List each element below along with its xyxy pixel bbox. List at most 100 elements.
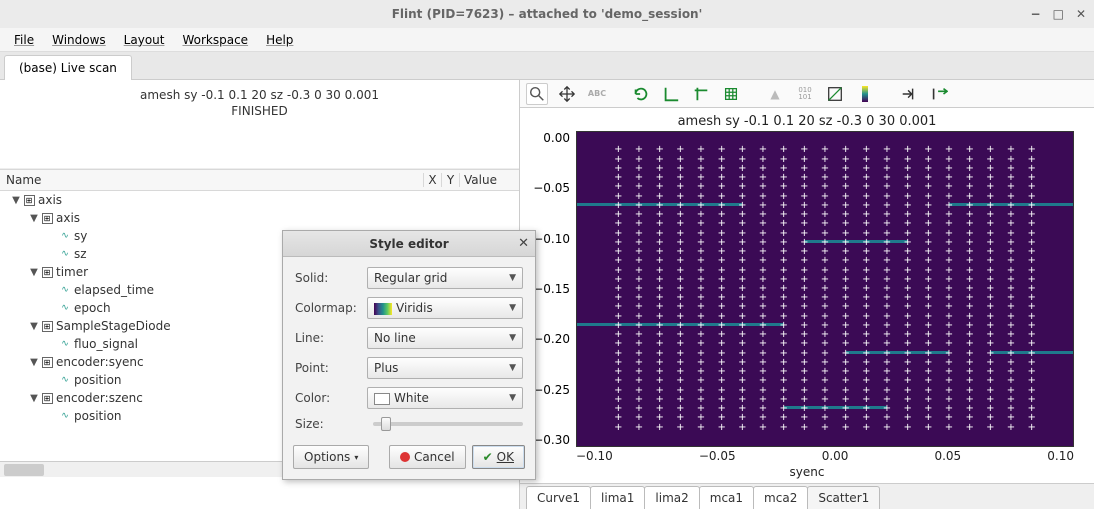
maximize-icon[interactable]: □ [1053, 7, 1064, 21]
point-color-label: Color: [295, 391, 367, 405]
ok-icon: ✔ [483, 450, 493, 464]
expand-toggle-icon[interactable]: ▼ [28, 213, 40, 224]
tree-item-label: epoch [74, 301, 111, 315]
bottom-tab-mca2[interactable]: mca2 [753, 486, 808, 509]
x-axis-ticks: −0.10−0.050.000.050.10 [520, 447, 1094, 463]
solid-combo[interactable]: Regular grid▼ [367, 267, 523, 289]
signal-icon: ∿ [58, 229, 72, 243]
tree-item-label: sz [74, 247, 87, 261]
window-title: Flint (PID=7623) – attached to 'demo_ses… [392, 7, 703, 21]
x-axis-label: syenc [520, 463, 1094, 483]
signal-icon: ∿ [58, 301, 72, 315]
plot-toolbar: ABC ▲ 010101 [520, 80, 1094, 108]
tab-live-scan[interactable]: (base) Live scan [4, 55, 132, 80]
tree-item-label: axis [38, 193, 62, 207]
bottom-tabbar: Curve1lima1lima2mca1mca2Scatter1 [520, 483, 1094, 509]
refresh-icon[interactable] [630, 83, 652, 105]
right-pane: ABC ▲ 010101 amesh sy -0.1 0.1 20 sz -0.… [520, 80, 1094, 509]
bits-icon[interactable]: 010101 [794, 83, 816, 105]
ok-button[interactable]: ✔OK [472, 445, 525, 469]
colormap-combo[interactable]: Viridis▼ [367, 297, 523, 319]
grid-icon[interactable] [720, 83, 742, 105]
close-icon[interactable]: ✕ [1076, 7, 1086, 21]
viridis-icon [374, 303, 392, 315]
solid-label: Solid: [295, 271, 367, 285]
axis-group-icon: ⊞ [22, 193, 36, 207]
pan-icon[interactable] [556, 83, 578, 105]
size-slider[interactable] [373, 422, 523, 426]
y-tick-label: −0.25 [533, 383, 570, 397]
line-combo[interactable]: No line▼ [367, 327, 523, 349]
x-tick-label: 0.00 [822, 449, 849, 463]
bottom-tab-lima2[interactable]: lima2 [644, 486, 699, 509]
cancel-icon [400, 452, 410, 462]
tree-row[interactable]: ▼⊞axis [0, 191, 519, 209]
tree-item-label: timer [56, 265, 88, 279]
menu-help[interactable]: Help [258, 31, 301, 49]
x-tick-label: −0.05 [699, 449, 736, 463]
colorbar-icon[interactable] [854, 83, 876, 105]
export-icon[interactable] [898, 83, 920, 105]
save-icon[interactable] [928, 83, 950, 105]
roi-icon[interactable]: ABC [586, 83, 608, 105]
tree-item-label: position [74, 373, 122, 387]
colormap-label: Colormap: [295, 301, 367, 315]
crosshair-icon[interactable] [690, 83, 712, 105]
tree-header-value[interactable]: Value [459, 173, 519, 187]
axes-icon[interactable] [660, 83, 682, 105]
tree-item-label: SampleStageDiode [56, 319, 171, 333]
histogram-icon[interactable]: ▲ [764, 83, 786, 105]
zoom-icon[interactable] [526, 83, 548, 105]
bottom-tab-mca1[interactable]: mca1 [699, 486, 754, 509]
menu-workspace[interactable]: Workspace [174, 31, 256, 49]
expand-toggle-icon[interactable]: ▼ [28, 357, 40, 368]
tree-header-x[interactable]: X [423, 173, 441, 187]
menu-layout[interactable]: Layout [116, 31, 173, 49]
tree-header: Name X Y Value [0, 169, 519, 191]
expand-toggle-icon[interactable]: ▼ [28, 267, 40, 278]
signal-icon: ∿ [58, 283, 72, 297]
point-combo[interactable]: Plus▼ [367, 357, 523, 379]
tree-item-label: elapsed_time [74, 283, 154, 297]
x-tick-label: 0.10 [1047, 449, 1074, 463]
expand-toggle-icon[interactable]: ▼ [28, 393, 40, 404]
left-pane: amesh sy -0.1 0.1 20 sz -0.3 0 30 0.001 … [0, 80, 520, 509]
style-editor-titlebar[interactable]: Style editor ✕ [283, 231, 535, 257]
menu-windows[interactable]: Windows [44, 31, 114, 49]
tree-item-label: encoder:szenc [56, 391, 143, 405]
size-label: Size: [295, 417, 367, 431]
tree-header-y[interactable]: Y [441, 173, 459, 187]
expand-toggle-icon[interactable]: ▼ [28, 321, 40, 332]
style-editor-title: Style editor [369, 237, 448, 251]
plot-title: amesh sy -0.1 0.1 20 sz -0.3 0 30 0.001 [520, 108, 1094, 131]
menu-file[interactable]: File [6, 31, 42, 49]
axis-group-icon: ⊞ [40, 265, 54, 279]
y-tick-label: −0.10 [533, 232, 570, 246]
y-tick-label: −0.05 [533, 181, 570, 195]
y-tick-label: −0.30 [533, 433, 570, 447]
tree-row[interactable]: ▼⊞axis [0, 209, 519, 227]
axis-group-icon: ⊞ [40, 319, 54, 333]
minimize-icon[interactable]: − [1031, 7, 1041, 21]
bottom-tab-lima1[interactable]: lima1 [590, 486, 645, 509]
point-color-combo[interactable]: White▼ [367, 387, 523, 409]
workspace-tabbar: (base) Live scan [0, 52, 1094, 80]
bottom-tab-curve1[interactable]: Curve1 [526, 486, 591, 509]
tree-item-label: position [74, 409, 122, 423]
axis-group-icon: ⊞ [40, 355, 54, 369]
style-editor-dialog: Style editor ✕ Solid: Regular grid▼ Colo… [282, 230, 536, 480]
axis-group-icon: ⊞ [40, 391, 54, 405]
y-tick-label: 0.00 [543, 131, 570, 145]
x-tick-label: 0.05 [934, 449, 961, 463]
contrast-icon[interactable] [824, 83, 846, 105]
options-button[interactable]: Options▾ [293, 445, 369, 469]
signal-icon: ∿ [58, 373, 72, 387]
tree-item-label: axis [56, 211, 80, 225]
tree-header-name[interactable]: Name [0, 173, 423, 187]
signal-icon: ∿ [58, 409, 72, 423]
expand-toggle-icon[interactable]: ▼ [10, 195, 22, 206]
cancel-button[interactable]: Cancel [389, 445, 466, 469]
dialog-close-icon[interactable]: ✕ [518, 236, 529, 251]
scatter-plot[interactable]: ++++++++++++++++++++++++++++++++++++++++… [576, 131, 1074, 447]
bottom-tab-scatter1[interactable]: Scatter1 [807, 486, 880, 509]
